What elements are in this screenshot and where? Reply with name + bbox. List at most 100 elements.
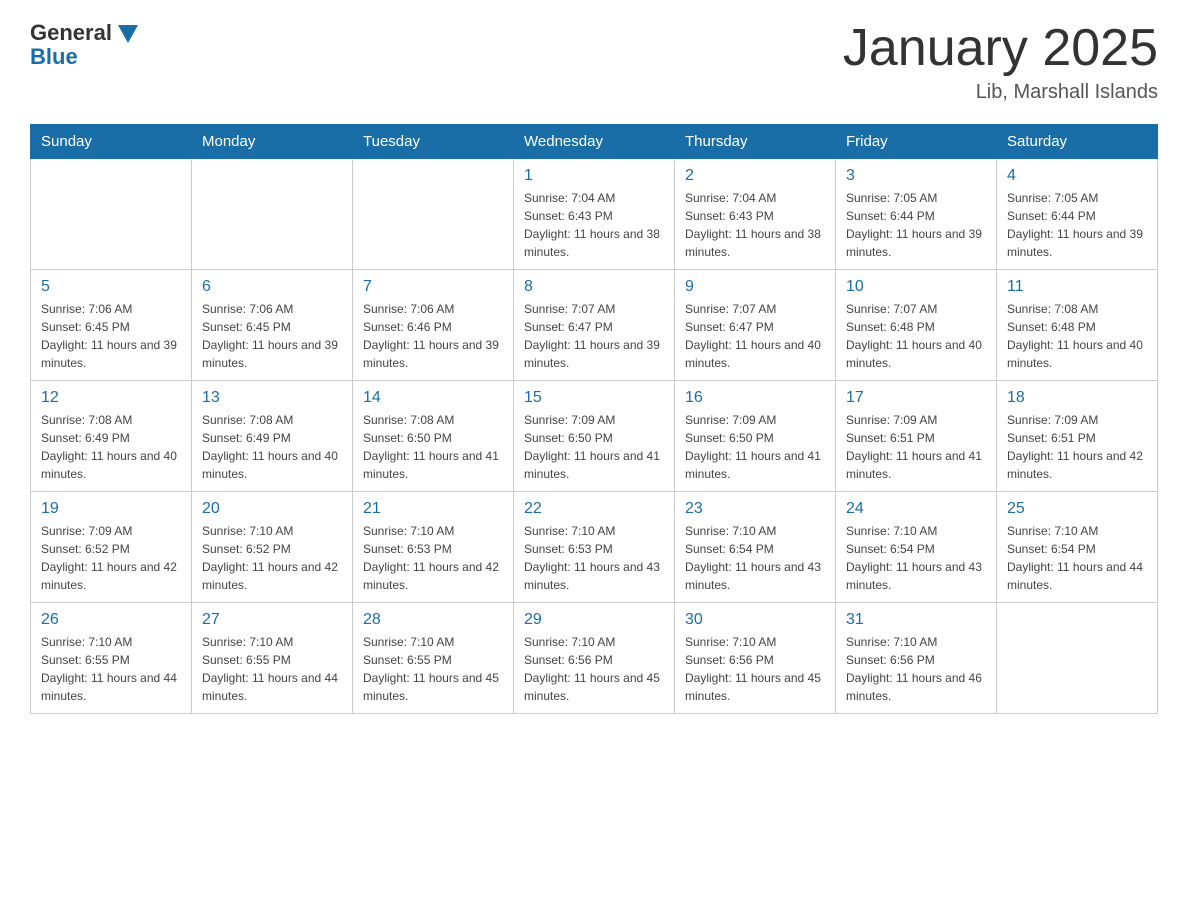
- calendar-cell: 6 Sunrise: 7:06 AM Sunset: 6:45 PM Daylig…: [192, 270, 353, 381]
- day-info: Sunrise: 7:10 AM Sunset: 6:55 PM Dayligh…: [202, 633, 342, 705]
- calendar-cell: 18 Sunrise: 7:09 AM Sunset: 6:51 PM Dayli…: [997, 381, 1158, 492]
- calendar-cell: 31 Sunrise: 7:10 AM Sunset: 6:56 PM Dayli…: [836, 603, 997, 714]
- day-number: 3: [846, 167, 986, 185]
- calendar-cell: 8 Sunrise: 7:07 AM Sunset: 6:47 PM Daylig…: [514, 270, 675, 381]
- day-number: 9: [685, 278, 825, 296]
- day-number: 17: [846, 389, 986, 407]
- day-number: 18: [1007, 389, 1147, 407]
- day-info: Sunrise: 7:10 AM Sunset: 6:54 PM Dayligh…: [685, 522, 825, 594]
- calendar-cell: 1 Sunrise: 7:04 AM Sunset: 6:43 PM Daylig…: [514, 159, 675, 270]
- day-number: 14: [363, 389, 503, 407]
- logo-general-text: General: [30, 20, 112, 46]
- calendar-cell: 20 Sunrise: 7:10 AM Sunset: 6:52 PM Dayli…: [192, 492, 353, 603]
- header-thursday: Thursday: [675, 125, 836, 159]
- calendar-cell: 11Sunrise: 7:08 AM Sunset: 6:48 PM Dayli…: [997, 270, 1158, 381]
- day-number: 1: [524, 167, 664, 185]
- day-info: Sunrise: 7:10 AM Sunset: 6:54 PM Dayligh…: [846, 522, 986, 594]
- day-info: Sunrise: 7:07 AM Sunset: 6:48 PM Dayligh…: [846, 300, 986, 372]
- day-number: 13: [202, 389, 342, 407]
- day-number: 7: [363, 278, 503, 296]
- day-number: 8: [524, 278, 664, 296]
- day-number: 4: [1007, 167, 1147, 185]
- calendar-cell: 9 Sunrise: 7:07 AM Sunset: 6:47 PM Daylig…: [675, 270, 836, 381]
- day-number: 30: [685, 611, 825, 629]
- calendar-cell: [192, 159, 353, 270]
- calendar-cell: 24 Sunrise: 7:10 AM Sunset: 6:54 PM Dayli…: [836, 492, 997, 603]
- calendar-cell: 28Sunrise: 7:10 AM Sunset: 6:55 PM Dayli…: [353, 603, 514, 714]
- calendar-cell: 23 Sunrise: 7:10 AM Sunset: 6:54 PM Dayli…: [675, 492, 836, 603]
- calendar-week-row: 1 Sunrise: 7:04 AM Sunset: 6:43 PM Daylig…: [31, 159, 1158, 270]
- day-info: Sunrise: 7:09 AM Sunset: 6:50 PM Dayligh…: [524, 411, 664, 483]
- calendar-cell: 21 Sunrise: 7:10 AM Sunset: 6:53 PM Dayli…: [353, 492, 514, 603]
- day-info: Sunrise: 7:10 AM Sunset: 6:55 PM Dayligh…: [363, 633, 503, 705]
- day-number: 20: [202, 500, 342, 518]
- day-number: 24: [846, 500, 986, 518]
- day-info: Sunrise: 7:08 AM Sunset: 6:49 PM Dayligh…: [202, 411, 342, 483]
- calendar-cell: 15 Sunrise: 7:09 AM Sunset: 6:50 PM Dayli…: [514, 381, 675, 492]
- calendar-cell: 4 Sunrise: 7:05 AM Sunset: 6:44 PM Daylig…: [997, 159, 1158, 270]
- day-number: 10: [846, 278, 986, 296]
- header-tuesday: Tuesday: [353, 125, 514, 159]
- day-info: Sunrise: 7:10 AM Sunset: 6:55 PM Dayligh…: [41, 633, 181, 705]
- calendar-week-row: 5Sunrise: 7:06 AM Sunset: 6:45 PM Daylig…: [31, 270, 1158, 381]
- calendar-header-row: SundayMondayTuesdayWednesdayThursdayFrid…: [31, 125, 1158, 159]
- day-number: 26: [41, 611, 181, 629]
- calendar-title: January 2025: [843, 20, 1158, 77]
- day-info: Sunrise: 7:09 AM Sunset: 6:50 PM Dayligh…: [685, 411, 825, 483]
- day-info: Sunrise: 7:04 AM Sunset: 6:43 PM Dayligh…: [524, 189, 664, 261]
- calendar-week-row: 26 Sunrise: 7:10 AM Sunset: 6:55 PM Dayli…: [31, 603, 1158, 714]
- day-info: Sunrise: 7:08 AM Sunset: 6:49 PM Dayligh…: [41, 411, 181, 483]
- calendar-location: Lib, Marshall Islands: [843, 81, 1158, 104]
- day-info: Sunrise: 7:06 AM Sunset: 6:46 PM Dayligh…: [363, 300, 503, 372]
- day-number: 6: [202, 278, 342, 296]
- day-info: Sunrise: 7:10 AM Sunset: 6:56 PM Dayligh…: [685, 633, 825, 705]
- day-info: Sunrise: 7:09 AM Sunset: 6:51 PM Dayligh…: [1007, 411, 1147, 483]
- calendar-cell: 12 Sunrise: 7:08 AM Sunset: 6:49 PM Dayli…: [31, 381, 192, 492]
- calendar-cell: 29Sunrise: 7:10 AM Sunset: 6:56 PM Dayli…: [514, 603, 675, 714]
- calendar-cell: 22 Sunrise: 7:10 AM Sunset: 6:53 PM Dayli…: [514, 492, 675, 603]
- header-saturday: Saturday: [997, 125, 1158, 159]
- day-info: Sunrise: 7:10 AM Sunset: 6:52 PM Dayligh…: [202, 522, 342, 594]
- calendar-cell: 16Sunrise: 7:09 AM Sunset: 6:50 PM Dayli…: [675, 381, 836, 492]
- day-number: 15: [524, 389, 664, 407]
- header-monday: Monday: [192, 125, 353, 159]
- day-number: 12: [41, 389, 181, 407]
- calendar-cell: [353, 159, 514, 270]
- calendar-cell: 7 Sunrise: 7:06 AM Sunset: 6:46 PM Daylig…: [353, 270, 514, 381]
- day-info: Sunrise: 7:10 AM Sunset: 6:53 PM Dayligh…: [524, 522, 664, 594]
- calendar-cell: 19Sunrise: 7:09 AM Sunset: 6:52 PM Dayli…: [31, 492, 192, 603]
- day-info: Sunrise: 7:06 AM Sunset: 6:45 PM Dayligh…: [202, 300, 342, 372]
- day-info: Sunrise: 7:07 AM Sunset: 6:47 PM Dayligh…: [524, 300, 664, 372]
- day-number: 21: [363, 500, 503, 518]
- calendar-cell: 17 Sunrise: 7:09 AM Sunset: 6:51 PM Dayli…: [836, 381, 997, 492]
- day-info: Sunrise: 7:10 AM Sunset: 6:56 PM Dayligh…: [524, 633, 664, 705]
- day-number: 22: [524, 500, 664, 518]
- day-info: Sunrise: 7:07 AM Sunset: 6:47 PM Dayligh…: [685, 300, 825, 372]
- calendar-cell: 3 Sunrise: 7:05 AM Sunset: 6:44 PM Daylig…: [836, 159, 997, 270]
- logo-blue-text: Blue: [30, 44, 78, 70]
- day-info: Sunrise: 7:10 AM Sunset: 6:53 PM Dayligh…: [363, 522, 503, 594]
- calendar-cell: 10 Sunrise: 7:07 AM Sunset: 6:48 PM Dayli…: [836, 270, 997, 381]
- day-info: Sunrise: 7:05 AM Sunset: 6:44 PM Dayligh…: [1007, 189, 1147, 261]
- day-info: Sunrise: 7:10 AM Sunset: 6:54 PM Dayligh…: [1007, 522, 1147, 594]
- day-number: 19: [41, 500, 181, 518]
- day-number: 27: [202, 611, 342, 629]
- day-info: Sunrise: 7:06 AM Sunset: 6:45 PM Dayligh…: [41, 300, 181, 372]
- calendar-table: SundayMondayTuesdayWednesdayThursdayFrid…: [30, 124, 1158, 714]
- calendar-week-row: 19Sunrise: 7:09 AM Sunset: 6:52 PM Dayli…: [31, 492, 1158, 603]
- calendar-cell: [997, 603, 1158, 714]
- day-info: Sunrise: 7:10 AM Sunset: 6:56 PM Dayligh…: [846, 633, 986, 705]
- calendar-cell: 27 Sunrise: 7:10 AM Sunset: 6:55 PM Dayli…: [192, 603, 353, 714]
- day-number: 31: [846, 611, 986, 629]
- calendar-cell: 13 Sunrise: 7:08 AM Sunset: 6:49 PM Dayli…: [192, 381, 353, 492]
- calendar-cell: 14Sunrise: 7:08 AM Sunset: 6:50 PM Dayli…: [353, 381, 514, 492]
- day-info: Sunrise: 7:09 AM Sunset: 6:51 PM Dayligh…: [846, 411, 986, 483]
- header-sunday: Sunday: [31, 125, 192, 159]
- day-number: 23: [685, 500, 825, 518]
- calendar-cell: 26 Sunrise: 7:10 AM Sunset: 6:55 PM Dayli…: [31, 603, 192, 714]
- calendar-cell: 2Sunrise: 7:04 AM Sunset: 6:43 PM Daylig…: [675, 159, 836, 270]
- day-info: Sunrise: 7:05 AM Sunset: 6:44 PM Dayligh…: [846, 189, 986, 261]
- calendar-week-row: 12 Sunrise: 7:08 AM Sunset: 6:49 PM Dayli…: [31, 381, 1158, 492]
- calendar-cell: 30 Sunrise: 7:10 AM Sunset: 6:56 PM Dayli…: [675, 603, 836, 714]
- day-info: Sunrise: 7:08 AM Sunset: 6:48 PM Dayligh…: [1007, 300, 1147, 372]
